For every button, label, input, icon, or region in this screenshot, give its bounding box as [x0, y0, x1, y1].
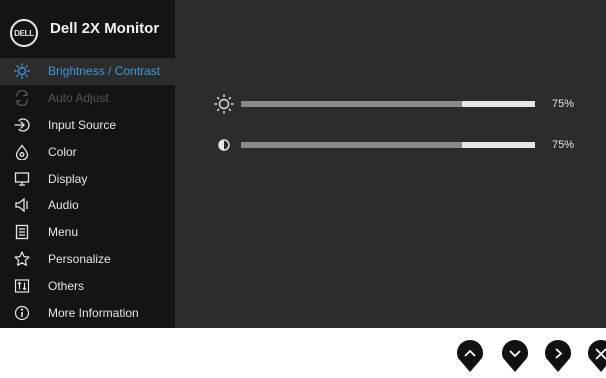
display-icon — [12, 169, 32, 189]
up-button[interactable] — [455, 339, 485, 373]
menu-item-more-information[interactable]: More Information — [0, 299, 175, 326]
menu-item-label: More Information — [48, 305, 139, 320]
main-menu: Brightness / Contrast Auto Adjust Input … — [0, 58, 175, 326]
brightness-row: 75% — [213, 93, 574, 115]
menu-item-label: Others — [48, 278, 85, 293]
right-button[interactable] — [543, 339, 573, 373]
brightness-icon — [12, 61, 32, 81]
contrast-slider[interactable] — [241, 142, 535, 148]
menu-item-label: Auto Adjust — [48, 91, 109, 106]
menu-item-auto-adjust: Auto Adjust — [0, 85, 175, 112]
exit-button[interactable] — [586, 339, 606, 373]
color-icon — [12, 142, 32, 162]
others-icon — [12, 276, 32, 296]
chevron-right-icon — [545, 340, 571, 372]
menu-item-audio[interactable]: Audio — [0, 192, 175, 219]
down-button[interactable] — [500, 339, 530, 373]
info-icon — [12, 303, 32, 323]
brightness-value: 75% — [552, 98, 575, 110]
osd-header: DELL Dell 2X Monitor — [0, 0, 175, 58]
contrast-icon — [213, 134, 235, 156]
audio-icon — [12, 195, 32, 215]
menu-item-label: Input Source — [48, 117, 117, 132]
menu-item-label: Color — [48, 144, 77, 159]
menu-item-menu[interactable]: Menu — [0, 219, 175, 246]
menu-item-others[interactable]: Others — [0, 272, 175, 299]
menu-item-label: Menu — [48, 225, 79, 240]
menu-item-label: Display — [48, 171, 88, 186]
brightness-slider[interactable] — [241, 101, 535, 107]
input-source-icon — [12, 115, 32, 135]
chevron-up-icon — [457, 340, 483, 372]
chevron-down-icon — [502, 340, 528, 372]
menu-item-input-source[interactable]: Input Source — [0, 112, 175, 139]
contrast-slider-fill — [241, 142, 462, 148]
menu-item-label: Audio — [48, 198, 79, 213]
personalize-icon — [12, 249, 32, 269]
menu-item-label: Personalize — [48, 251, 111, 266]
menu-item-display[interactable]: Display — [0, 165, 175, 192]
monitor-osd: DELL Dell 2X Monitor Brightness / Contra… — [0, 0, 606, 328]
contrast-value: 75% — [552, 139, 575, 151]
menu-item-label: Brightness / Contrast — [48, 64, 161, 79]
menu-item-color[interactable]: Color — [0, 138, 175, 165]
settings-panel: 75% 75% — [175, 0, 606, 328]
auto-adjust-icon — [12, 88, 32, 108]
brightness-icon — [213, 93, 235, 115]
menu-icon — [12, 222, 32, 242]
logo-text: DELL — [14, 28, 34, 38]
sidebar: DELL Dell 2X Monitor Brightness / Contra… — [0, 0, 175, 328]
monitor-title: Dell 2X Monitor — [50, 20, 160, 37]
close-icon — [588, 340, 606, 372]
dell-logo: DELL — [10, 19, 38, 47]
menu-item-brightness-contrast[interactable]: Brightness / Contrast — [0, 58, 175, 85]
brightness-slider-fill — [241, 101, 462, 107]
contrast-row: 75% — [213, 134, 574, 156]
menu-item-personalize[interactable]: Personalize — [0, 246, 175, 273]
